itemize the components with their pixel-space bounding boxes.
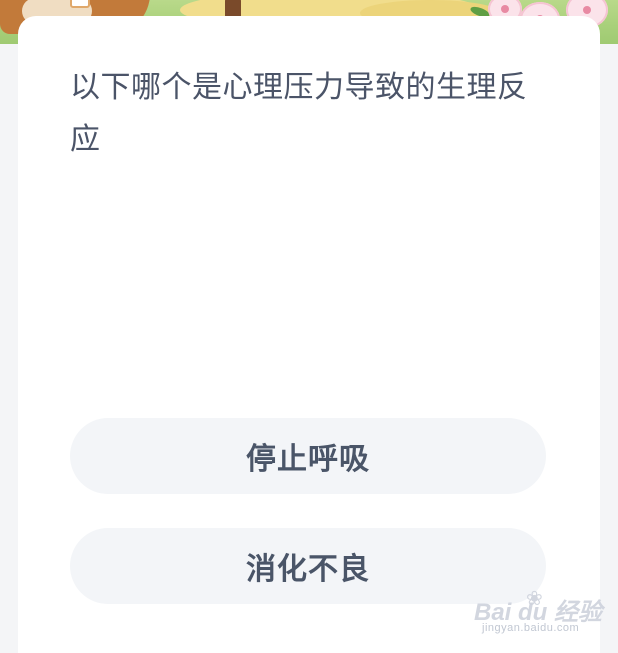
question-text: 以下哪个是心理压力导致的生理反应 [70, 70, 528, 157]
recycle-badge-icon [70, 0, 90, 8]
paw-icon: ❀ [526, 586, 543, 610]
question-card: 以下哪个是心理压力导致的生理反应 停止呼吸 消化不良 [18, 16, 600, 653]
quiz-screen: 以下哪个是心理压力导致的生理反应 停止呼吸 消化不良 Bai du 经验 ❀ j… [0, 0, 618, 653]
baidu-jingyan-watermark: Bai du 经验 ❀ jingyan.baidu.com [474, 586, 606, 646]
answer-option-label: 消化不良 [246, 552, 370, 587]
watermark-url: jingyan.baidu.com [482, 622, 580, 634]
answer-option-label: 停止呼吸 [246, 442, 370, 477]
answer-option-1[interactable]: 停止呼吸 [70, 418, 546, 494]
